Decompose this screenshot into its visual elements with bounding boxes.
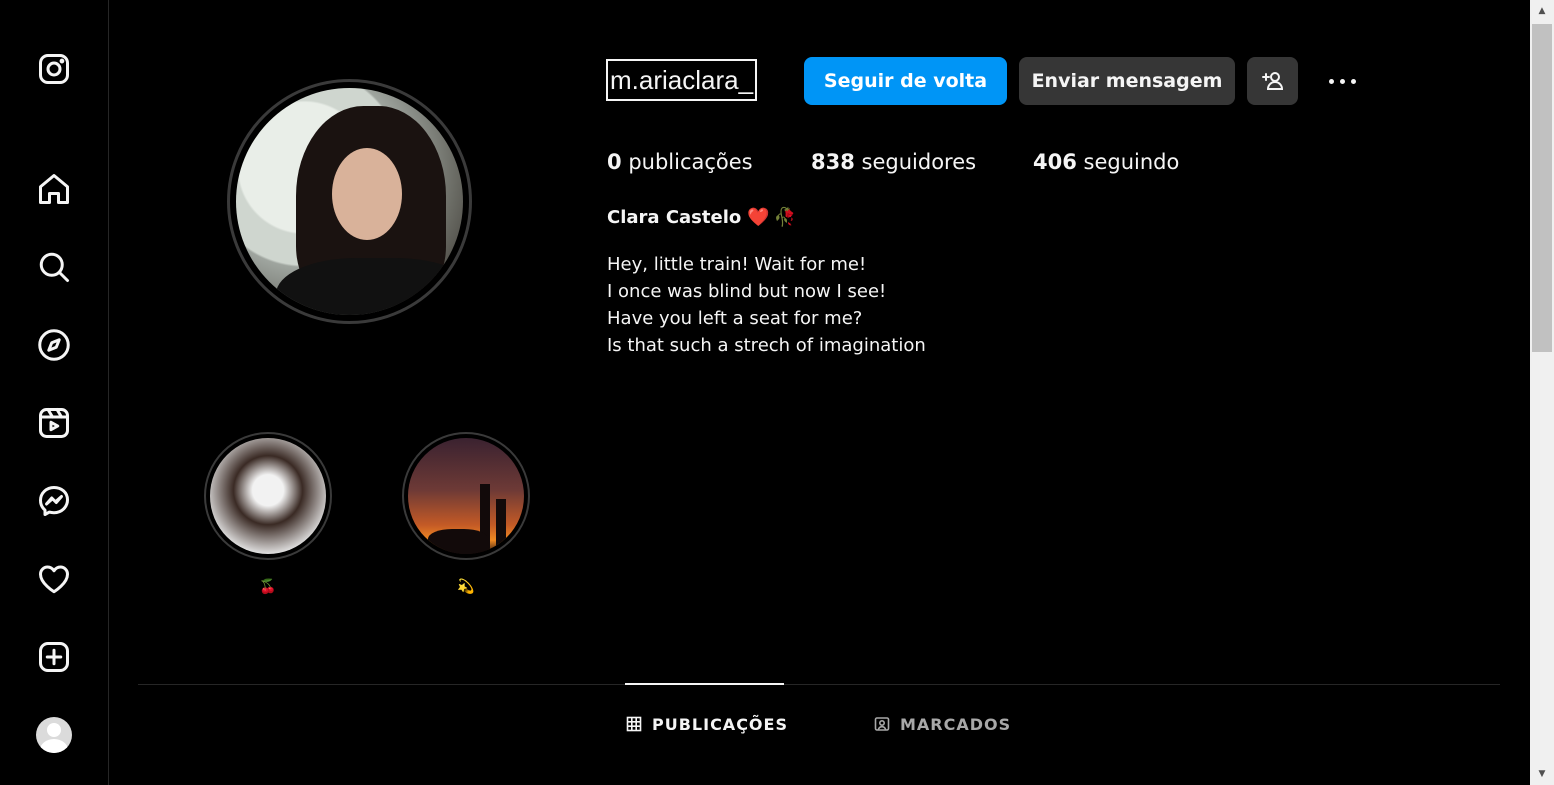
instagram-logo-icon[interactable] [35,50,73,88]
tagged-user-icon [874,717,890,731]
highlight-label: 💫 [457,579,475,595]
reels-icon[interactable] [35,404,73,442]
suggested-accounts-button[interactable] [1247,57,1298,105]
profile-username: m.ariaclara_ [606,59,758,101]
more-options-icon[interactable] [1320,68,1364,94]
story-highlight[interactable]: 🍒 [204,432,332,596]
story-highlight[interactable]: 💫 [402,432,530,596]
bio-line: Have you left a seat for me? [607,308,863,329]
page-scrollbar[interactable]: ▲ ▼ [1530,0,1554,785]
explore-compass-icon[interactable] [35,326,73,364]
heart-icon[interactable] [35,560,73,598]
tab-tagged[interactable]: MARCADOS [874,713,1011,735]
send-message-button[interactable]: Enviar mensagem [1019,57,1235,105]
wilted-rose-emoji: 🥀 [773,207,797,228]
create-plus-icon[interactable] [35,638,73,676]
active-tab-indicator [625,683,784,685]
highlight-label: 🍒 [259,579,277,595]
profile-full-name: Clara Castelo ❤️ 🥀 [607,207,797,228]
scroll-down-arrow-icon[interactable]: ▼ [1530,765,1554,783]
tab-posts[interactable]: PUBLICAÇÕES [626,713,788,735]
home-icon[interactable] [35,170,73,208]
profile-picture[interactable] [227,79,472,324]
search-icon[interactable] [35,248,73,286]
add-user-icon [1261,72,1283,90]
tabs-divider [138,684,1500,685]
profile-bio: Hey, little train! Wait for me! I once w… [607,251,926,359]
bio-line: I once was blind but now I see! [607,281,887,302]
messenger-icon[interactable] [35,482,73,520]
followers-count[interactable]: 838 seguidores [811,148,976,176]
highlight-cover[interactable] [402,432,530,560]
bio-line: Hey, little train! Wait for me! [607,254,867,275]
scroll-up-arrow-icon[interactable]: ▲ [1530,2,1554,20]
scrollbar-thumb[interactable] [1532,24,1552,352]
bio-line: Is that such a strech of imagination [607,335,926,356]
following-count[interactable]: 406 seguindo [1033,148,1179,176]
profile-photo [236,88,463,315]
posts-count: 0 publicações [607,150,753,174]
profile-avatar-icon[interactable] [36,717,72,753]
sidebar [0,0,109,785]
follow-back-button[interactable]: Seguir de volta [804,57,1007,105]
highlight-cover[interactable] [204,432,332,560]
grid-icon [626,716,642,732]
red-heart-emoji: ❤️ [747,207,770,228]
